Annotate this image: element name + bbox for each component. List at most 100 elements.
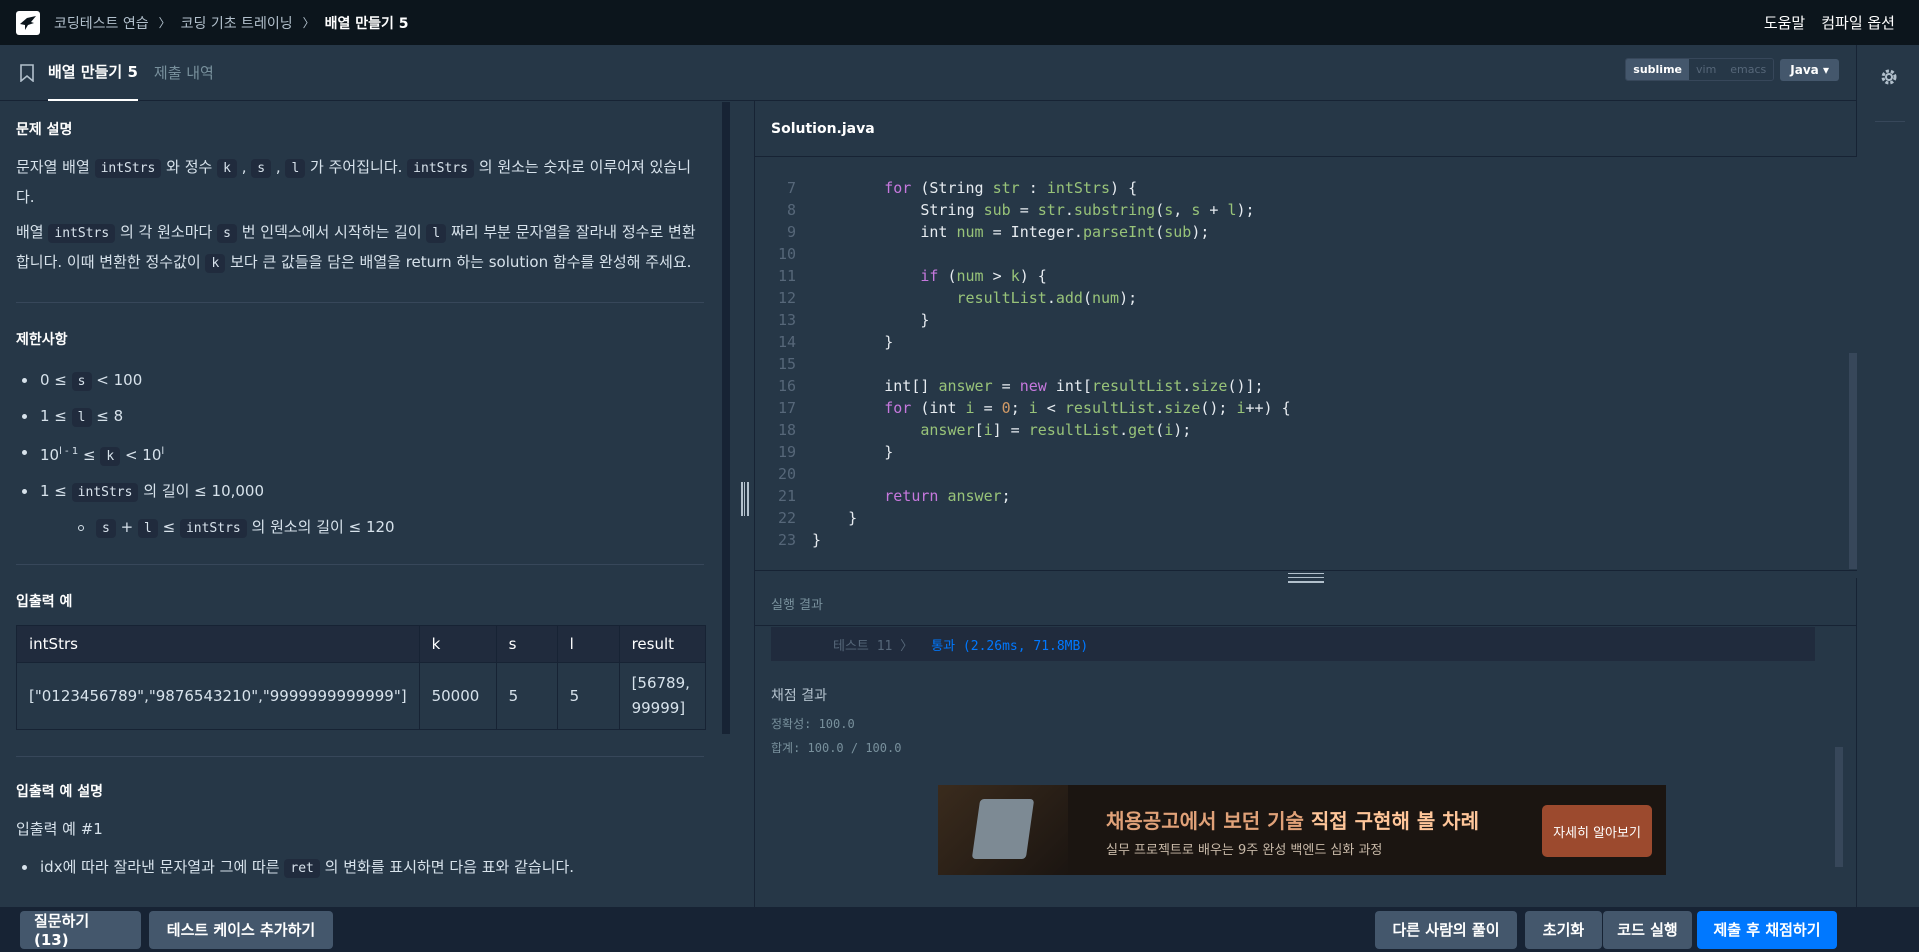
divider [16,756,704,757]
table-cell: 50000 [418,662,497,730]
add-testcase-button[interactable]: 테스트 케이스 추가하기 [149,910,333,949]
table-header: result [618,625,707,663]
code-line: 12 resultList.add(num); [777,289,1138,307]
code-line: 9 int num = Integer.parseInt(sub); [786,223,1210,241]
compile-options-link[interactable]: 컴파일 옵션 [1821,12,1895,33]
table-cell: 5 [556,662,620,730]
code-line: 23} [777,531,822,549]
ad-banner[interactable]: 채용공고에서 보던 기술 직접 구현해 볼 차례 실무 프로젝트로 배우는 9주… [938,785,1666,875]
problem-panel: 문제 설명 문자열 배열 intStrs 와 정수 k , s , l 가 주어… [0,101,730,907]
editor-options: sublime vim emacs Java ▾ [1625,58,1839,81]
breadcrumb: 코딩테스트 연습 〉 코딩 기초 트레이닝 〉 배열 만들기 5 [54,13,409,33]
io-desc-heading: 입출력 예 설명 [16,784,104,800]
test-result: 통과 (2.26ms, 71.8MB) [931,638,1089,654]
table-header-row: intStrs k s l result [16,625,707,663]
code-line: 14 } [777,333,894,351]
divider [16,564,704,565]
language-dropdown[interactable]: Java ▾ [1780,58,1839,81]
table-cell: 5 [495,662,558,730]
table-header: intStrs [16,625,420,663]
constraints-list: 0 ≤ s < 100 1 ≤ l ≤ 8 10l - 1 ≤ k < 10l … [16,363,704,546]
code-line: 17 for (int i = 0; i < resultList.size()… [777,399,1291,417]
editor-scrollbar[interactable] [1849,353,1857,569]
code-line: 20 [777,465,796,483]
table-header: s [495,625,558,663]
constraint-item: 1 ≤ intStrs 의 길이 ≤ 10,000 [16,474,704,510]
io-explanation-list: idx에 따라 잘라낸 문자열과 그에 따른 ret 의 변화를 표시하면 다음… [16,850,704,886]
code-line: 18 answer[i] = resultList.get(i); [777,421,1192,439]
code-line: 10 [777,245,796,263]
splitter-handle-icon[interactable] [741,482,749,516]
output-scrollbar[interactable] [1835,747,1843,867]
total-score-text: 합계: 100.0 / 100.0 [771,741,902,755]
constraint-subitem: s + l ≤ intStrs 의 원소의 길이 ≤ 120 [16,510,704,546]
breadcrumb-item-current: 배열 만들기 5 [324,15,409,32]
output-header: 실행 결과 [755,581,1857,626]
code-line: 11 if (num > k) { [777,267,1047,285]
problem-tabbar: 배열 만들기 5 제출 내역 [0,45,1856,101]
right-sidebar [1856,45,1919,907]
list-item: idx에 따라 잘라낸 문자열과 그에 따른 ret 의 변화를 표시하면 다음… [16,850,704,886]
divider [16,302,704,303]
io-example-table: intStrs k s l result ["0123456789","9876… [16,625,707,730]
problem-scrollbar[interactable] [722,102,730,734]
table-header: l [556,625,620,663]
reset-button[interactable]: 초기화 [1525,910,1602,949]
description-heading: 문제 설명 [16,122,73,138]
submit-button[interactable]: 제출 후 채점하기 [1697,910,1837,949]
breadcrumb-item-training[interactable]: 코딩 기초 트레이닝 [181,13,293,33]
test-result-row: 테스트 11 〉 통과 (2.26ms, 71.8MB) [771,627,1815,661]
code-line: 22 } [777,509,858,527]
programmers-logo-icon[interactable] [16,10,40,35]
file-name: Solution.java [755,101,1857,157]
io-heading: 입출력 예 [16,594,73,610]
table-cell: [56789, 99999] [618,662,707,730]
chevron-right-icon: 〉 [158,16,171,30]
code-line: 8 String sub = str.substring(s, s + l); [786,201,1255,219]
banner-illustration [938,785,1068,875]
code-line: 15 [777,355,796,373]
description-paragraph-1: 문자열 배열 intStrs 와 정수 k , s , l 가 주어집니다. i… [16,158,692,206]
ask-question-button[interactable]: 질문하기 (13) [20,910,141,949]
caret-down-icon: ▾ [1822,62,1829,77]
keybinding-emacs[interactable]: emacs [1723,59,1774,80]
tab-submissions[interactable]: 제출 내역 [154,45,214,101]
chevron-right-icon: 〉 [302,16,315,30]
help-link[interactable]: 도움말 [1764,12,1805,33]
code-line: 19 } [777,443,894,461]
banner-subtitle: 실무 프로젝트로 배우는 9주 완성 백엔드 심화 과정 [1106,843,1383,858]
gear-icon[interactable] [1879,67,1899,87]
top-navbar: 코딩테스트 연습 〉 코딩 기초 트레이닝 〉 배열 만들기 5 도움말 컴파일… [0,0,1919,45]
table-cell: ["0123456789","9876543210","999999999999… [16,662,420,730]
keybinding-selector: sublime vim emacs [1625,58,1775,81]
constraint-item: 1 ≤ l ≤ 8 [16,399,704,435]
banner-cta-button[interactable]: 자세히 알아보기 [1542,805,1652,857]
description-paragraph-2: 배열 intStrs 의 각 원소마다 s 번 인덱스에서 시작하는 길이 l … [16,223,696,273]
others-solutions-button[interactable]: 다른 사람의 풀이 [1375,910,1517,949]
editor-panel: Solution.java 7 for (String str : intStr… [754,101,1857,907]
language-value: Java [1790,62,1819,77]
constraint-item: 0 ≤ s < 100 [16,363,704,399]
code-line: 7 for (String str : intStrs) { [786,179,1138,197]
accuracy-text: 정확성: 100.0 [771,717,855,731]
bookmark-icon[interactable] [20,63,34,82]
banner-title: 채용공고에서 보던 기술 직접 구현해 볼 차례 [1106,809,1479,833]
code-line: 21 return answer; [777,487,1011,505]
table-header: k [418,625,497,663]
run-code-button[interactable]: 코드 실행 [1603,910,1692,949]
io-example-1-label: 입출력 예 #1 [16,820,103,838]
grade-title: 채점 결과 [771,688,827,704]
keybinding-sublime[interactable]: sublime [1626,59,1689,80]
keybinding-vim[interactable]: vim [1689,59,1724,80]
sidebar-divider [1875,121,1905,122]
constraints-heading: 제한사항 [16,332,68,348]
problem-description: 문제 설명 문자열 배열 intStrs 와 정수 k , s , l 가 주어… [16,101,707,886]
bottom-action-bar: 질문하기 (13) 테스트 케이스 추가하기 다른 사람의 풀이 초기화 코드 … [0,907,1919,952]
code-line: 16 int[] answer = new int[resultList.siz… [777,377,1264,395]
constraint-item: 10l - 1 ≤ k < 10l [16,435,704,474]
test-label: 테스트 11 〉 [833,638,914,654]
code-editor[interactable]: 7 for (String str : intStrs) { 8 String … [755,157,1857,570]
tab-problem[interactable]: 배열 만들기 5 [48,45,138,101]
code-line: 13 } [777,311,930,329]
breadcrumb-item-practice[interactable]: 코딩테스트 연습 [54,13,149,33]
